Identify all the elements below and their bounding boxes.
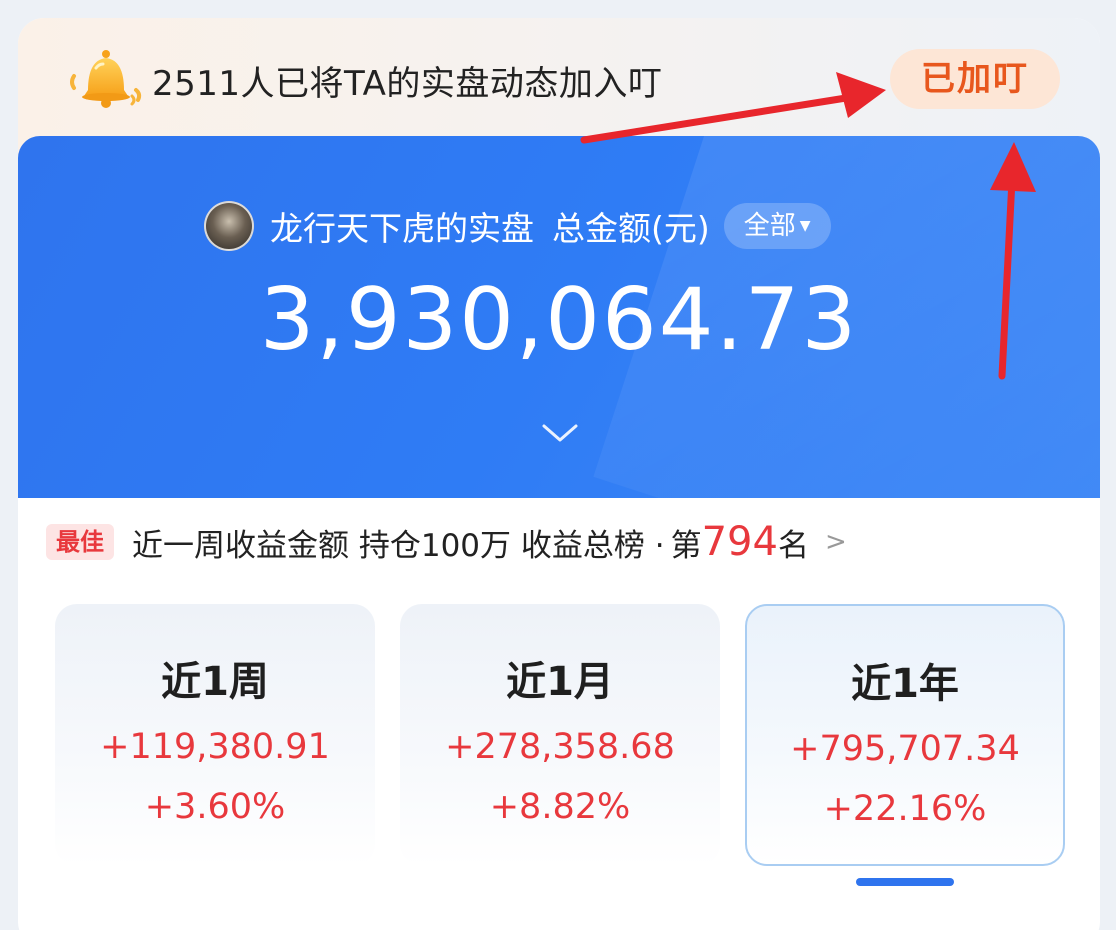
rank-suffix: 名	[777, 527, 809, 564]
period-percent: +3.60%	[144, 787, 286, 827]
caret-down-icon: ▼	[799, 218, 811, 234]
period-label: 近1年	[851, 661, 959, 707]
notify-text: 2511人已将TA的实盘动态加入叮	[152, 64, 663, 104]
rank-prefix: 第	[670, 527, 702, 564]
account-name: 龙行天下虎的实盘	[270, 209, 534, 248]
total-amount: 3,930,064.73	[259, 270, 859, 370]
page: 2511人已将TA的实盘动态加入叮 已加叮 龙行天下虎的实盘 总金额(元) 全部…	[0, 0, 1116, 930]
follow-button[interactable]: 已加叮	[890, 49, 1060, 109]
period-card-year[interactable]: 近1年 +795,707.34 +22.16%	[745, 604, 1065, 866]
total-amount-label: 总金额(元)	[552, 209, 710, 248]
rank-description: 近一周收益金额 持仓100万 收益总榜 ·	[132, 527, 665, 564]
period-card-month[interactable]: 近1月 +278,358.68 +8.82%	[400, 604, 720, 866]
period-card-week[interactable]: 近1周 +119,380.91 +3.60%	[55, 604, 375, 866]
rank-number: 794	[701, 519, 778, 565]
period-amount: +795,707.34	[790, 729, 1020, 769]
account-row: 龙行天下虎的实盘 总金额(元) 全部 ▼	[204, 196, 831, 256]
portfolio-card: 2511人已将TA的实盘动态加入叮 已加叮 龙行天下虎的实盘 总金额(元) 全部…	[18, 18, 1100, 930]
period-amount: +278,358.68	[445, 727, 675, 767]
total-asset-header: 龙行天下虎的实盘 总金额(元) 全部 ▼ 3,930,064.73	[18, 136, 1100, 498]
period-label: 近1周	[161, 659, 269, 705]
period-label: 近1月	[506, 659, 614, 705]
period-percent: +22.16%	[823, 789, 987, 829]
chevron-down-icon[interactable]	[540, 420, 580, 446]
period-percent: +8.82%	[489, 787, 631, 827]
period-amount: +119,380.91	[100, 727, 330, 767]
chevron-right-icon: >	[824, 527, 847, 557]
scope-label: 全部	[743, 211, 796, 241]
avatar[interactable]	[204, 201, 254, 251]
rank-row[interactable]: 最佳 近一周收益金额 持仓100万 收益总榜 · 第 794 名 >	[46, 518, 847, 566]
active-tab-indicator	[856, 878, 954, 886]
best-badge: 最佳	[46, 524, 114, 560]
bell-icon	[70, 50, 142, 108]
scope-dropdown[interactable]: 全部 ▼	[723, 203, 831, 249]
